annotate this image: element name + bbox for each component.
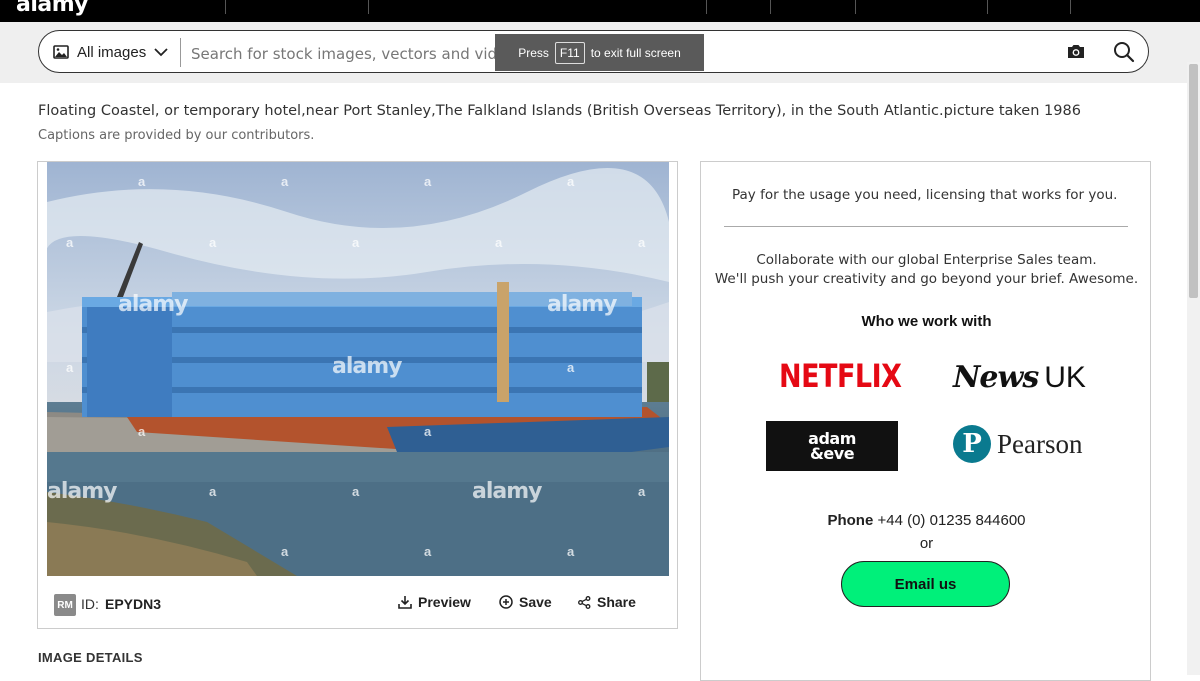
stock-photo[interactable]: a a a a a a a a a alamy alamy alamy a a … (47, 162, 669, 576)
watermark-large: alamy (118, 292, 188, 317)
nav-divider (1070, 0, 1071, 14)
nav-divider (855, 0, 856, 14)
watermark-small: a (209, 235, 217, 250)
watermark-large: alamy (332, 354, 402, 379)
watermark-small: a (281, 544, 289, 559)
image-id-label: ID: (81, 596, 99, 612)
netflix-logo: NETFLIX (779, 358, 902, 396)
watermark-small: a (638, 235, 646, 250)
news-uk-logo-uk: UK (1044, 361, 1086, 394)
watermark-small: a (495, 235, 503, 250)
nav-divider (770, 0, 771, 14)
watermark-small: a (567, 544, 575, 559)
or-text: or (919, 535, 934, 552)
search-divider (180, 38, 181, 67)
license-badge: RM (54, 594, 76, 616)
phone-line: Phone +44 (0) 01235 844600 (701, 512, 1152, 529)
nav-divider (706, 0, 707, 14)
share-button[interactable]: Share (578, 594, 636, 610)
nav-divider (368, 0, 369, 14)
image-icon (53, 45, 69, 59)
nav-divider (987, 0, 988, 14)
email-us-button[interactable]: Email us (841, 561, 1010, 607)
preview-label: Preview (418, 594, 471, 610)
caption-note: Captions are provided by our contributor… (38, 128, 315, 143)
chevron-down-icon (154, 47, 168, 56)
collab-text: Collaborate with our global Enterprise S… (701, 251, 1152, 289)
toast-suffix: to exit full screen (590, 45, 681, 60)
watermark-large: alamy (47, 479, 117, 504)
toast-prefix: Press (518, 45, 549, 60)
watermark-small: a (424, 544, 432, 559)
watermark-small: a (567, 360, 575, 375)
category-label: All images (77, 43, 147, 61)
camera-icon[interactable] (1066, 43, 1086, 65)
watermark-small: a (352, 484, 360, 499)
nav-divider (225, 0, 226, 14)
news-uk-logo: News UK (953, 360, 1086, 395)
search-icon[interactable] (1113, 41, 1135, 68)
pay-text: Pay for the usage you need, licensing th… (732, 187, 1118, 203)
divider (724, 226, 1128, 227)
watermark-small: a (424, 174, 432, 189)
pearson-icon: P (953, 425, 991, 463)
alamy-logo[interactable]: alamy (16, 0, 89, 17)
watermark-large: alamy (472, 479, 542, 504)
collab-line-1: Collaborate with our global Enterprise S… (756, 252, 1097, 268)
watermark-small: a (66, 235, 74, 250)
save-label: Save (519, 594, 552, 610)
top-navigation-bar: alamy (0, 0, 1200, 22)
plus-circle-icon (499, 595, 513, 609)
watermark-small: a (424, 424, 432, 439)
download-icon (398, 596, 412, 609)
watermark-small: a (638, 484, 646, 499)
fullscreen-notice: Press F11 to exit full screen (495, 34, 704, 71)
watermark-small: a (138, 174, 146, 189)
phone-label: Phone (827, 512, 874, 529)
share-label: Share (597, 594, 636, 610)
pearson-wordmark: Pearson (997, 428, 1083, 459)
pearson-logo: P Pearson (953, 425, 1082, 463)
watermark-small: a (281, 174, 289, 189)
watermark-small: a (138, 424, 146, 439)
image-details-heading: IMAGE DETAILS (38, 650, 143, 665)
scrollbar-thumb[interactable] (1189, 64, 1198, 298)
watermark-small: a (66, 360, 74, 375)
category-dropdown[interactable]: All images (53, 40, 168, 64)
preview-button[interactable]: Preview (398, 594, 471, 610)
image-caption: Floating Coastel, or temporary hotel,nea… (38, 103, 1081, 119)
enterprise-panel: Pay for the usage you need, licensing th… (700, 161, 1151, 681)
collab-line-2: We'll push your creativity and go beyond… (714, 271, 1139, 287)
watermark-small: a (352, 235, 360, 250)
toast-key: F11 (554, 41, 585, 64)
search-input[interactable] (189, 39, 503, 69)
watermark-small: a (567, 174, 575, 189)
image-card-footer: RM ID: EPYDN3 Preview Save Share (38, 578, 677, 628)
adam-eve-line-2: &eve (809, 444, 855, 463)
who-we-work-with-heading: Who we work with (861, 313, 992, 330)
save-button[interactable]: Save (499, 594, 552, 610)
news-uk-logo-news: News (953, 360, 1039, 395)
image-card: a a a a a a a a a alamy alamy alamy a a … (37, 161, 678, 629)
share-icon (578, 595, 591, 609)
adam-and-eve-logo: adam &eve (766, 421, 898, 471)
phone-number[interactable]: +44 (0) 01235 844600 (877, 512, 1025, 529)
watermark-small: a (209, 484, 217, 499)
watermark-large: alamy (547, 292, 617, 317)
page-scrollbar[interactable] (1187, 62, 1200, 675)
image-id-value: EPYDN3 (105, 596, 162, 612)
